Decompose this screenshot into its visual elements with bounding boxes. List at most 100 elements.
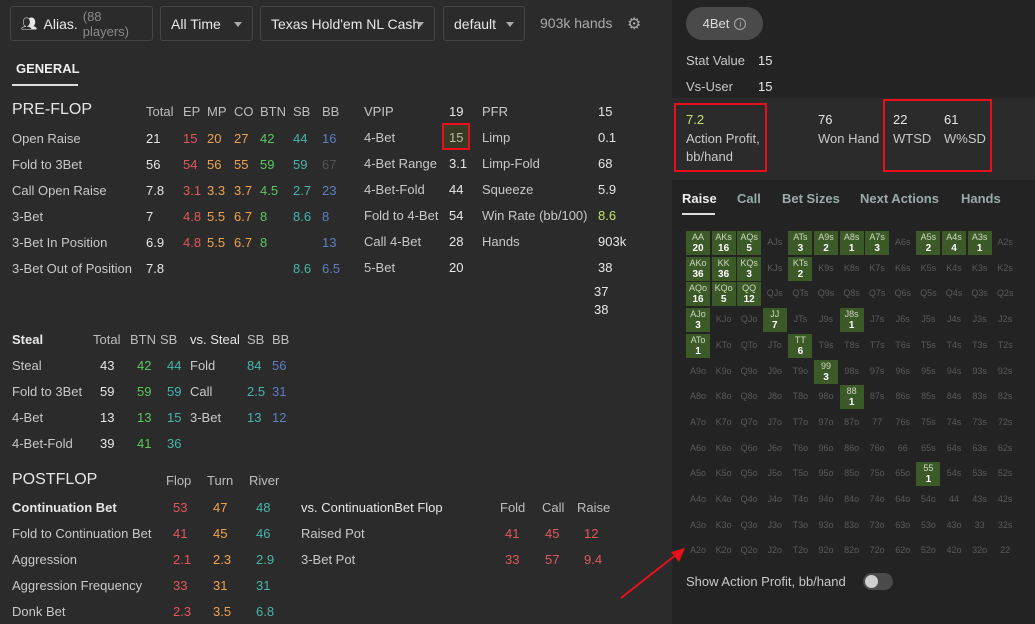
hand-cell[interactable]: 73o bbox=[865, 514, 889, 538]
hand-cell[interactable]: 44 bbox=[942, 488, 966, 512]
hand-cell[interactable]: AJs bbox=[763, 231, 787, 255]
hand-cell[interactable]: 53o bbox=[916, 514, 940, 538]
hand-cell[interactable]: Q2s bbox=[993, 282, 1017, 306]
hand-cell[interactable]: T3o bbox=[788, 514, 812, 538]
hand-cell[interactable]: J5o bbox=[763, 462, 787, 486]
hand-cell[interactable]: A7s 3 bbox=[865, 231, 890, 255]
hand-cell[interactable]: 82o bbox=[840, 539, 864, 563]
hand-cell[interactable]: K7s bbox=[865, 257, 889, 281]
hand-cell[interactable]: 43s bbox=[968, 488, 992, 512]
hand-cell[interactable]: 65o bbox=[891, 462, 915, 486]
hand-cell[interactable]: Q3o bbox=[737, 514, 761, 538]
hand-cell[interactable]: 99 3 bbox=[814, 359, 838, 384]
hand-cell[interactable]: 62o bbox=[891, 539, 915, 563]
hand-cell[interactable]: T4o bbox=[788, 488, 812, 512]
hand-cell[interactable]: ATs 3 bbox=[788, 231, 813, 255]
hand-cell[interactable]: 54o bbox=[916, 488, 940, 512]
hand-cell[interactable]: 95s bbox=[916, 360, 940, 384]
hand-cell[interactable]: T4s bbox=[942, 334, 966, 358]
hand-cell[interactable]: QQ 12 bbox=[737, 282, 762, 307]
hand-cell[interactable]: 76o bbox=[865, 437, 889, 461]
preset-select[interactable]: default bbox=[443, 6, 525, 41]
hand-cell[interactable]: QJo bbox=[737, 308, 761, 332]
hand-cell[interactable]: 84s bbox=[942, 385, 966, 409]
hand-cell[interactable]: K2s bbox=[993, 257, 1017, 281]
hand-cell[interactable]: J7s bbox=[865, 308, 889, 332]
hand-cell[interactable]: 85o bbox=[840, 462, 864, 486]
alias-filter[interactable]: 👥︎ Alias. (88 players) bbox=[10, 6, 153, 41]
hand-cell[interactable]: 92s bbox=[993, 360, 1017, 384]
hand-cell[interactable]: 74s bbox=[942, 411, 966, 435]
tab-general[interactable]: GENERAL bbox=[16, 61, 80, 76]
hand-cell[interactable]: Q5s bbox=[916, 282, 940, 306]
hand-cell[interactable]: QTo bbox=[737, 334, 761, 358]
hand-cell[interactable]: AQo 16 bbox=[686, 282, 710, 307]
time-range-select[interactable]: All Time bbox=[160, 6, 253, 41]
hand-cell[interactable]: A4s 4 bbox=[942, 231, 966, 255]
hand-cell[interactable]: 22 bbox=[993, 539, 1017, 563]
hand-cell[interactable]: J8s 1 bbox=[839, 308, 864, 333]
hand-cell[interactable]: 77 bbox=[865, 411, 889, 435]
hand-cell[interactable]: K3s bbox=[968, 257, 992, 281]
hand-cell[interactable]: T3s bbox=[968, 334, 992, 358]
hand-cell[interactable]: J3s bbox=[968, 308, 992, 332]
hand-cell[interactable]: 86o bbox=[840, 437, 864, 461]
hand-cell[interactable]: A8s 1 bbox=[839, 231, 864, 255]
hand-cell[interactable]: A6s bbox=[891, 231, 915, 255]
hand-cell[interactable]: 54s bbox=[942, 462, 966, 486]
hand-cell[interactable]: 75o bbox=[865, 462, 889, 486]
hand-cell[interactable]: 82s bbox=[993, 385, 1017, 409]
action-profit-toggle[interactable] bbox=[863, 573, 893, 590]
hand-cell[interactable]: J9o bbox=[763, 360, 787, 384]
hand-cell[interactable]: JTs bbox=[788, 308, 812, 332]
hand-cell[interactable]: J5s bbox=[916, 308, 940, 332]
hand-cell[interactable]: T2o bbox=[788, 539, 812, 563]
hand-cell[interactable]: T8s bbox=[840, 334, 864, 358]
hand-cell[interactable]: JTo bbox=[763, 334, 787, 358]
hand-cell[interactable]: AQs 5 bbox=[737, 231, 762, 255]
hand-cell[interactable]: 85s bbox=[916, 385, 940, 409]
hand-cell[interactable]: K2o bbox=[712, 539, 736, 563]
hand-cell[interactable]: JJ 7 bbox=[762, 308, 787, 333]
hand-cell[interactable]: 88 1 bbox=[839, 385, 864, 410]
hand-cell[interactable]: 83s bbox=[968, 385, 992, 409]
hand-cell[interactable]: K8s bbox=[840, 257, 864, 281]
hand-cell[interactable]: QJs bbox=[763, 282, 787, 306]
hand-cell[interactable]: AJo 3 bbox=[686, 308, 710, 333]
hand-cell[interactable]: 83o bbox=[840, 514, 864, 538]
hand-cell[interactable]: Q8s bbox=[840, 282, 864, 306]
hand-cell[interactable]: A7o bbox=[686, 411, 710, 435]
tab-hands[interactable]: Hands bbox=[961, 191, 1001, 206]
hand-cell[interactable]: T7s bbox=[865, 334, 889, 358]
hand-cell[interactable]: T8o bbox=[788, 385, 812, 409]
hand-cell[interactable]: 65s bbox=[916, 437, 940, 461]
hand-cell[interactable]: 87o bbox=[840, 411, 864, 435]
hand-cell[interactable]: 42s bbox=[993, 488, 1017, 512]
hand-cell[interactable]: 33 bbox=[968, 514, 992, 538]
hand-cell[interactable]: T5s bbox=[916, 334, 940, 358]
hand-cell[interactable]: ATo 1 bbox=[686, 333, 710, 358]
hand-cell[interactable]: K4o bbox=[712, 488, 736, 512]
hand-cell[interactable]: Q7o bbox=[737, 411, 761, 435]
hand-cell[interactable]: J7o bbox=[763, 411, 787, 435]
hand-cell[interactable]: KQs 3 bbox=[737, 256, 762, 281]
hand-cell[interactable]: 62s bbox=[993, 437, 1017, 461]
hand-cell[interactable]: Q5o bbox=[737, 462, 761, 486]
hand-cell[interactable]: Q9s bbox=[814, 282, 838, 306]
hand-cell[interactable]: 95o bbox=[814, 462, 838, 486]
game-type-select[interactable]: Texas Hold'em NL Cash bbox=[260, 6, 435, 41]
hand-cell[interactable]: K7o bbox=[712, 411, 736, 435]
hand-cell[interactable]: 94o bbox=[814, 488, 838, 512]
hand-cell[interactable]: A5s 2 bbox=[916, 231, 941, 255]
hand-cell[interactable]: Q2o bbox=[737, 539, 761, 563]
hand-cell[interactable]: 53s bbox=[968, 462, 992, 486]
hand-cell[interactable]: K3o bbox=[712, 514, 736, 538]
hand-cell[interactable]: K9s bbox=[814, 257, 838, 281]
hand-cell[interactable]: Q8o bbox=[737, 385, 761, 409]
hand-cell[interactable]: T2s bbox=[993, 334, 1017, 358]
hand-cell[interactable]: 74o bbox=[865, 488, 889, 512]
hand-cell[interactable]: K8o bbox=[712, 385, 736, 409]
hand-cell[interactable]: K6o bbox=[712, 437, 736, 461]
hand-cell[interactable]: 52s bbox=[993, 462, 1017, 486]
hand-cell[interactable]: 72s bbox=[993, 411, 1017, 435]
